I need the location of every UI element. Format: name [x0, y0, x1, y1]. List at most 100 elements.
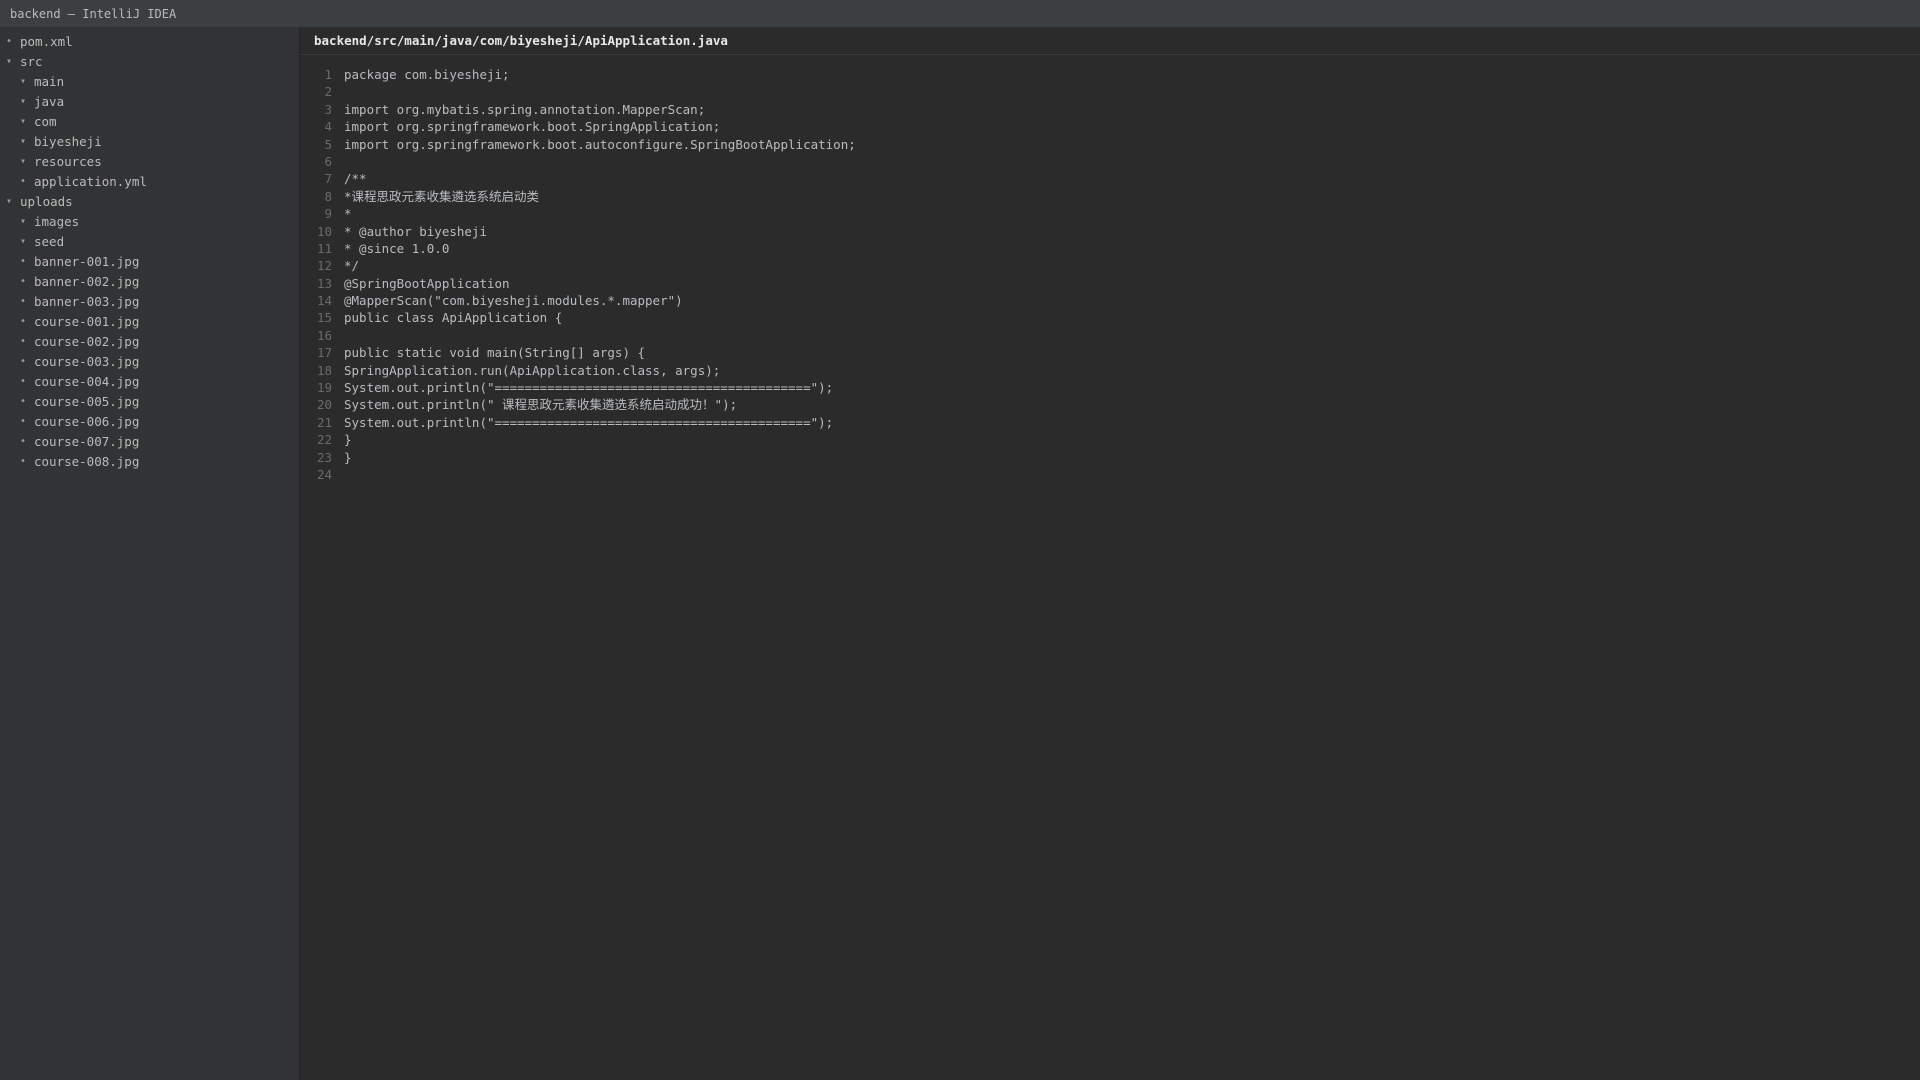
folder-expanded-icon[interactable]: ▾ — [20, 212, 34, 232]
file-bullet-icon: • — [20, 376, 27, 387]
ide-window: backend — IntelliJ IDEA • pom.xml ▾ src ▾ m… — [0, 0, 1920, 1080]
folder-expanded-icon[interactable]: ▾ — [20, 72, 34, 92]
line-number: 13 — [316, 275, 332, 291]
line-number: 6 — [324, 153, 332, 169]
editor-file-tab[interactable]: backend/src/main/java/com/biyesheji/ApiA… — [300, 28, 1920, 55]
line-number: 8 — [324, 188, 332, 204]
tree-item-label: course-002.jpg — [34, 334, 140, 349]
folder-expanded-icon[interactable]: ▾ — [20, 132, 34, 152]
file-bullet-icon: • — [20, 416, 27, 427]
tree-item-label: images — [34, 214, 80, 229]
tree-item-java[interactable]: ▾ java — [0, 92, 299, 112]
line-text: import org.springframework.boot.autoconf… — [344, 136, 856, 152]
line-text: public class ApiApplication { — [344, 310, 563, 326]
tree-item-label: biyesheji — [34, 134, 102, 149]
line-text: *课程思政元素收集遴选系统启动类 — [344, 188, 540, 204]
tree-item-resources[interactable]: ▾ resources — [0, 152, 299, 172]
tree-item-biyesheji[interactable]: ▾ biyesheji — [0, 132, 299, 152]
line-text: /** — [344, 171, 367, 187]
line-number: 11 — [316, 240, 332, 256]
line-text: * @since 1.0.0 — [344, 240, 450, 256]
code-line: 18 SpringApplication.run(ApiApplication.c… — [300, 362, 1920, 379]
line-text: System.out.println("====================… — [344, 414, 834, 430]
code-line: 24 — [300, 466, 1920, 483]
tree-item-src[interactable]: ▾ src — [0, 52, 299, 72]
tree-item-course-001[interactable]: • course-001.jpg — [0, 312, 299, 332]
file-bullet-icon: • — [6, 36, 13, 47]
line-number: 16 — [316, 327, 332, 343]
file-bullet-icon: • — [20, 436, 27, 447]
code-line: 1 package com.biyesheji; — [300, 66, 1920, 83]
folder-expanded-icon[interactable]: ▾ — [20, 152, 34, 172]
folder-expanded-icon[interactable]: ▾ — [20, 232, 34, 252]
code-line: 19 System.out.println("==================… — [300, 379, 1920, 396]
tree-item-banner-001[interactable]: • banner-001.jpg — [0, 252, 299, 272]
tree-item-com[interactable]: ▾ com — [0, 112, 299, 132]
folder-expanded-icon[interactable]: ▾ — [20, 92, 34, 112]
folder-expanded-icon[interactable]: ▾ — [20, 112, 34, 132]
tree-item-course-005[interactable]: • course-005.jpg — [0, 392, 299, 412]
line-number: 9 — [324, 206, 332, 222]
tree-item-banner-002[interactable]: • banner-002.jpg — [0, 272, 299, 292]
tree-item-pom-xml[interactable]: • pom.xml — [0, 32, 299, 52]
code-line: 6 — [300, 153, 1920, 170]
tree-item-uploads[interactable]: ▾ uploads — [0, 192, 299, 212]
code-line: 17 public static void main(String[] args)… — [300, 344, 1920, 361]
tree-item-course-003[interactable]: • course-003.jpg — [0, 352, 299, 372]
file-bullet-icon: • — [20, 256, 27, 267]
code-area[interactable]: 1 package com.biyesheji; 2 3 import org.my… — [300, 66, 1920, 483]
project-tree: • pom.xml ▾ src ▾ main ▾ java ▾ com ▾ biyeshej… — [0, 28, 299, 472]
tree-item-label: course-006.jpg — [34, 414, 140, 429]
project-tree-panel: • pom.xml ▾ src ▾ main ▾ java ▾ com ▾ biyeshej… — [0, 28, 300, 1080]
folder-expanded-icon[interactable]: ▾ — [6, 52, 20, 72]
code-line: 3 import org.mybatis.spring.annotation.Ma… — [300, 101, 1920, 118]
file-bullet-icon: • — [20, 276, 27, 287]
tree-item-label: com — [34, 114, 57, 129]
code-line: 16 — [300, 327, 1920, 344]
line-number: 4 — [324, 119, 332, 135]
line-number: 19 — [316, 380, 332, 396]
tree-item-label: banner-001.jpg — [34, 254, 140, 269]
line-text: } — [344, 432, 352, 448]
line-number: 14 — [316, 293, 332, 309]
tree-item-course-008[interactable]: • course-008.jpg — [0, 452, 299, 472]
tree-item-course-002[interactable]: • course-002.jpg — [0, 332, 299, 352]
line-number: 2 — [324, 84, 332, 100]
line-number: 17 — [316, 345, 332, 361]
folder-expanded-icon[interactable]: ▾ — [6, 192, 20, 212]
line-text — [332, 153, 344, 170]
code-line: 15 public class ApiApplication { — [300, 309, 1920, 326]
tree-item-label: course-004.jpg — [34, 374, 140, 389]
tree-item-course-004[interactable]: • course-004.jpg — [0, 372, 299, 392]
code-line: 5 import org.springframework.boot.autocon… — [300, 136, 1920, 153]
code-line: 11 * @since 1.0.0 — [300, 240, 1920, 257]
code-editor[interactable]: backend/src/main/java/com/biyesheji/ApiA… — [300, 28, 1920, 1080]
line-number: 15 — [316, 310, 332, 326]
title-bar: backend — IntelliJ IDEA — [0, 0, 1920, 28]
window-title: backend — IntelliJ IDEA — [10, 7, 177, 21]
line-text: SpringApplication.run(ApiApplication.cla… — [344, 362, 721, 378]
tree-item-application-yml[interactable]: • application.yml — [0, 172, 299, 192]
tree-item-main[interactable]: ▾ main — [0, 72, 299, 92]
tree-item-label: banner-002.jpg — [34, 274, 140, 289]
line-number: 22 — [316, 432, 332, 448]
code-line: 23} — [300, 449, 1920, 466]
line-text: package com.biyesheji; — [344, 67, 510, 82]
tree-item-label: resources — [34, 154, 102, 169]
tree-item-images[interactable]: ▾ images — [0, 212, 299, 232]
tree-item-course-007[interactable]: • course-007.jpg — [0, 432, 299, 452]
tree-item-label: course-003.jpg — [34, 354, 140, 369]
tree-item-banner-003[interactable]: • banner-003.jpg — [0, 292, 299, 312]
line-number: 18 — [316, 362, 332, 378]
tree-item-course-006[interactable]: • course-006.jpg — [0, 412, 299, 432]
line-text: System.out.println(" 课程思政元素收集遴选系统启动成功！")… — [344, 397, 738, 413]
file-bullet-icon: • — [20, 316, 27, 327]
line-text: System.out.println("====================… — [344, 380, 834, 396]
line-number: 21 — [316, 414, 332, 430]
tree-item-label: src — [20, 54, 43, 69]
tree-item-label: course-001.jpg — [34, 314, 140, 329]
file-bullet-icon: • — [20, 296, 27, 307]
file-bullet-icon: • — [20, 336, 27, 347]
code-line: 12 */ — [300, 257, 1920, 274]
tree-item-seed[interactable]: ▾ seed — [0, 232, 299, 252]
